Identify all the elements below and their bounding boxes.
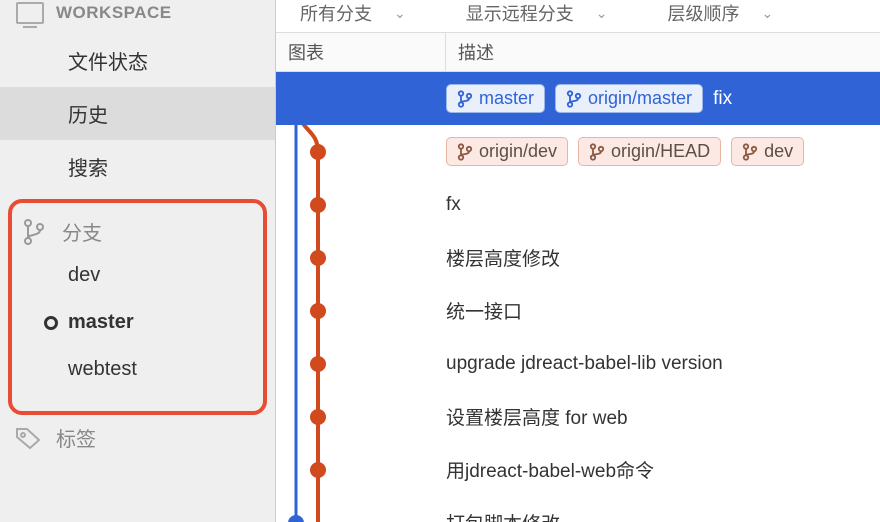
commit-message: 统一接口: [446, 297, 522, 324]
commit-description-cell: fx: [446, 194, 461, 216]
commit-message: 用jdreact-babel-web命令: [446, 456, 654, 483]
branch-name: webtest: [68, 358, 137, 381]
monitor-icon: [16, 2, 44, 24]
filter-order[interactable]: 层级顺序 ⌄: [667, 0, 773, 26]
commit-row[interactable]: master origin/master fix: [276, 72, 880, 125]
branch-tag-label: master: [479, 88, 534, 109]
commit-row[interactable]: upgrade jdreact-babel-lib version: [276, 337, 880, 390]
branch-tag-label: origin/HEAD: [611, 141, 710, 162]
commit-message: 设置楼层高度 for web: [446, 403, 628, 430]
commit-list: master origin/master fix origin/dev origin/H…: [276, 72, 880, 522]
commit-message: 楼层高度修改: [446, 244, 560, 271]
branch-tag-label: origin/master: [588, 88, 692, 109]
branch-icon: [566, 90, 582, 108]
sidebar-item-label: 搜索: [68, 158, 108, 180]
top-filters: 所有分支 ⌄ 显示远程分支 ⌄ 层级顺序 ⌄: [276, 0, 880, 32]
branch-tag-label: dev: [764, 141, 793, 162]
commit-description-cell: origin/dev origin/HEAD dev: [446, 137, 804, 166]
sidebar-item-file-status[interactable]: 文件状态: [0, 34, 275, 87]
filter-all-branches[interactable]: 所有分支 ⌄: [300, 0, 406, 26]
tags-header[interactable]: 标签: [0, 415, 275, 452]
branch-tag-label: origin/dev: [479, 141, 557, 162]
tag-icon: [14, 426, 42, 450]
column-label: 图表: [288, 43, 324, 63]
commit-row[interactable]: 统一接口: [276, 284, 880, 337]
branch-name: dev: [68, 264, 100, 287]
branch-header[interactable]: 分支: [12, 211, 263, 252]
commit-message: 打包脚本修改: [446, 509, 560, 522]
columns-header: 图表 描述: [276, 32, 880, 72]
branch-tag[interactable]: origin/HEAD: [578, 137, 721, 166]
commit-message: fx: [446, 194, 461, 216]
sidebar-item-history[interactable]: 历史: [0, 87, 275, 140]
commit-description-cell: 用jdreact-babel-web命令: [446, 456, 654, 483]
branch-tag[interactable]: origin/master: [555, 84, 703, 113]
chevron-down-icon: ⌄: [596, 5, 608, 22]
branch-icon: [457, 90, 473, 108]
branch-icon: [457, 143, 473, 161]
branch-section: 分支 dev master webtest: [8, 199, 267, 415]
sidebar-item-search[interactable]: 搜索: [0, 140, 275, 193]
branch-item-dev[interactable]: dev: [12, 252, 263, 299]
branch-name: master: [68, 311, 134, 334]
commit-row[interactable]: 用jdreact-babel-web命令: [276, 443, 880, 496]
commit-description-cell: 楼层高度修改: [446, 244, 560, 271]
branch-tag[interactable]: dev: [731, 137, 804, 166]
workspace-header: WORKSPACE: [0, 0, 275, 34]
tags-label: 标签: [56, 423, 96, 452]
commit-description-cell: 统一接口: [446, 297, 522, 324]
commit-description-cell: 打包脚本修改: [446, 509, 560, 522]
sidebar-item-label: 历史: [68, 105, 108, 127]
commit-row[interactable]: 楼层高度修改: [276, 231, 880, 284]
branch-tag[interactable]: origin/dev: [446, 137, 568, 166]
commit-row[interactable]: 设置楼层高度 for web: [276, 390, 880, 443]
branch-icon: [22, 218, 46, 246]
filter-label: 所有分支: [300, 0, 372, 26]
main-panel: 所有分支 ⌄ 显示远程分支 ⌄ 层级顺序 ⌄ 图表 描述: [276, 0, 880, 522]
commit-row[interactable]: 打包脚本修改: [276, 496, 880, 522]
current-branch-indicator-icon: [44, 316, 58, 330]
filter-label: 层级顺序: [667, 0, 739, 26]
branch-item-webtest[interactable]: webtest: [12, 346, 263, 393]
workspace-label: WORKSPACE: [56, 3, 172, 23]
commit-description-cell: 设置楼层高度 for web: [446, 403, 628, 430]
column-label: 描述: [458, 43, 494, 63]
commit-description-cell: master origin/master fix: [446, 84, 732, 113]
filter-label: 显示远程分支: [466, 0, 574, 26]
branch-icon: [742, 143, 758, 161]
column-header-graph[interactable]: 图表: [276, 33, 446, 71]
commit-row[interactable]: fx: [276, 178, 880, 231]
commit-description-cell: upgrade jdreact-babel-lib version: [446, 353, 723, 375]
branch-item-master[interactable]: master: [12, 299, 263, 346]
filter-show-remote[interactable]: 显示远程分支 ⌄: [466, 0, 608, 26]
branch-icon: [589, 143, 605, 161]
chevron-down-icon: ⌄: [761, 5, 773, 22]
sidebar: WORKSPACE 文件状态 历史 搜索 分支 dev master webte…: [0, 0, 276, 522]
commit-row[interactable]: origin/dev origin/HEAD dev: [276, 125, 880, 178]
branch-tag[interactable]: master: [446, 84, 545, 113]
chevron-down-icon: ⌄: [394, 5, 406, 22]
commit-message: fix: [713, 88, 732, 110]
branch-section-label: 分支: [62, 217, 102, 246]
commit-message: upgrade jdreact-babel-lib version: [446, 353, 723, 375]
sidebar-item-label: 文件状态: [68, 52, 148, 74]
column-header-description[interactable]: 描述: [446, 33, 880, 71]
